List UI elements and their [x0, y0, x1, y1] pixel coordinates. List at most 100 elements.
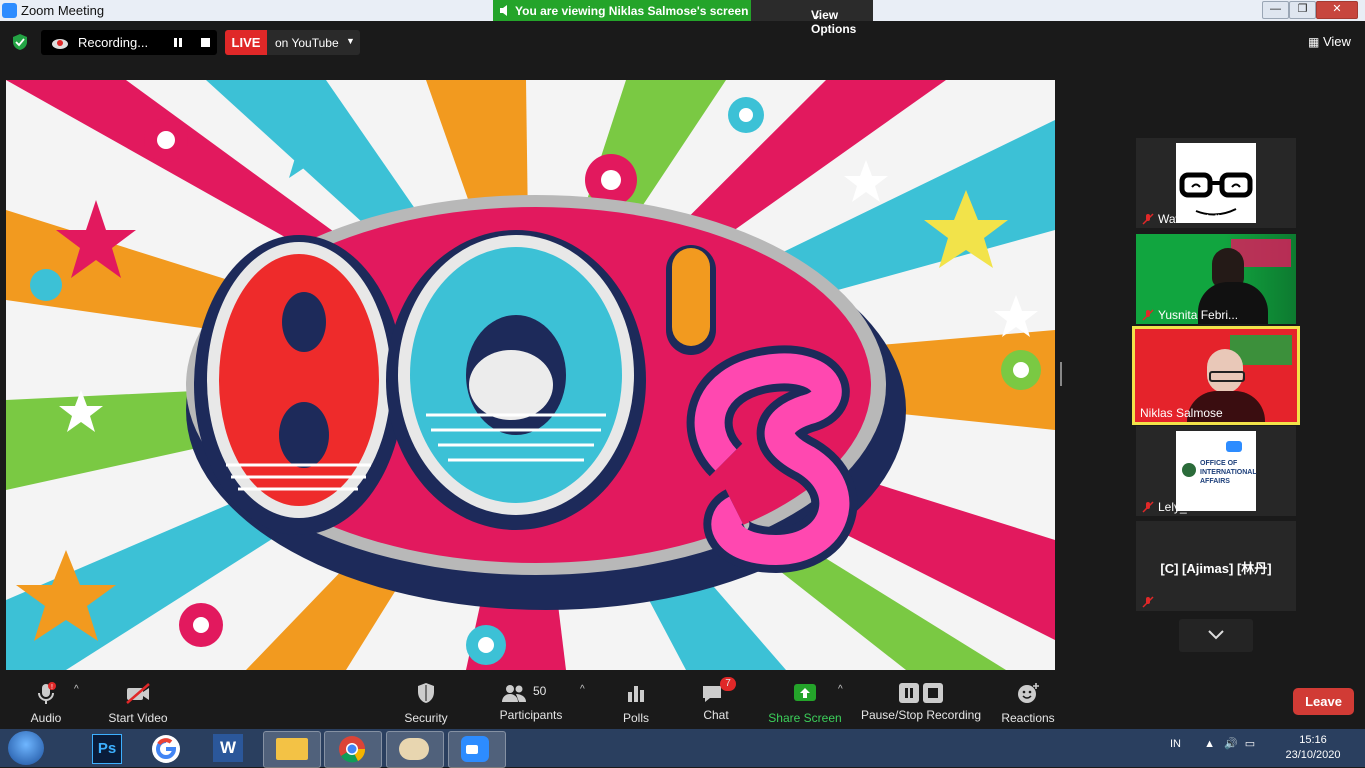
microphone-icon: ! [38, 682, 56, 704]
pause-recording-icon[interactable] [174, 38, 177, 47]
participant-tile[interactable]: OFFICE OF INTERNATIONAL AFFAIRS Lely_OIA… [1136, 426, 1296, 516]
pause-stop-recording-button[interactable]: Pause/Stop Recording [860, 682, 982, 722]
photoshop-icon: Ps [92, 734, 122, 764]
chat-icon-group: 7 [701, 677, 736, 704]
participant-tile[interactable]: Yusnita Febri... [1136, 234, 1296, 324]
taskbar-paint[interactable] [386, 731, 444, 768]
live-target-label: on YouTube [275, 36, 339, 50]
reactions-label: Reactions [1001, 711, 1055, 725]
panel-resize-handle[interactable] [1060, 362, 1062, 386]
recording-indicator: Recording... [41, 30, 217, 55]
avatar: OFFICE OF INTERNATIONAL AFFAIRS [1176, 431, 1257, 511]
start-video-button[interactable]: Start Video [100, 682, 176, 725]
polls-label: Polls [622, 711, 649, 725]
zoom-camera-icon [1226, 441, 1242, 452]
shared-screen [6, 80, 1055, 670]
chat-button[interactable]: 7 Chat [696, 677, 736, 722]
palette-icon [399, 738, 429, 760]
stop-recording-icon[interactable] [201, 38, 210, 47]
participant-tile[interactable]: Wawan Yulia... [1136, 138, 1296, 228]
start-video-label: Start Video [108, 711, 168, 725]
input-language[interactable]: IN [1170, 738, 1181, 750]
zoom-camera-icon [466, 745, 478, 754]
polls-button[interactable]: Polls [616, 682, 656, 725]
maximize-button[interactable]: ❐ [1289, 1, 1316, 19]
minimize-button[interactable]: — [1262, 1, 1289, 19]
view-button[interactable]: ▦ View [1308, 34, 1351, 49]
view-options-button[interactable]: View Options ⌄ [751, 0, 873, 36]
participants-options-caret-icon[interactable]: ^ [580, 684, 585, 695]
pause-stop-icon [899, 683, 943, 703]
share-options-caret-icon[interactable]: ^ [838, 684, 843, 695]
glasses-icon [1209, 371, 1245, 382]
participants-button[interactable]: 50 Participants [496, 682, 566, 722]
clock-date: 23/10/2020 [1285, 749, 1341, 761]
leave-button[interactable]: Leave [1293, 688, 1354, 715]
reactions-button[interactable]: Reactions [1000, 682, 1056, 725]
live-badge: LIVE [225, 30, 267, 55]
speaker-icon [500, 5, 507, 16]
start-button[interactable] [8, 731, 44, 765]
security-button[interactable]: Security [398, 682, 454, 725]
folder-icon [276, 738, 308, 760]
participants-icon-group: 50 [501, 682, 561, 704]
polls-chart-icon [628, 686, 644, 702]
share-screen-button[interactable]: Share Screen [766, 682, 844, 725]
word-icon: W [213, 734, 243, 762]
oia-logo-text: OFFICE OF INTERNATIONAL AFFAIRS [1200, 460, 1257, 485]
volume-icon[interactable]: 🔊 [1224, 738, 1238, 750]
pause-stop-recording-label: Pause/Stop Recording [860, 708, 982, 722]
grid-icon: ▦ [1308, 35, 1320, 49]
shared-screen-artwork [6, 80, 1055, 670]
window-title: Zoom Meeting [21, 3, 105, 18]
zoom-app-icon [2, 3, 17, 18]
recording-controls-icon-group [897, 682, 945, 704]
participants-count: 50 [533, 684, 547, 698]
participant-name: Niklas Salmose [1140, 406, 1223, 420]
taskbar-photoshop[interactable]: Ps [84, 731, 140, 766]
participant-tile[interactable]: [C] [Ajimas] [林丹] [1136, 521, 1296, 611]
taskbar-clock[interactable]: 15:16 23/10/2020 [1280, 733, 1346, 763]
chrome-icon [339, 736, 366, 763]
audio-options-caret-icon[interactable]: ^ [74, 684, 79, 695]
university-seal-icon [1182, 463, 1196, 477]
view-label: View [1322, 34, 1351, 49]
tray-expand-icon[interactable]: ▲ [1204, 738, 1215, 750]
network-icon[interactable]: ▭ [1245, 738, 1255, 750]
taskbar-word[interactable]: W [203, 731, 259, 766]
audio-button[interactable]: ! Audio [22, 682, 70, 725]
svg-text:!: ! [51, 684, 53, 691]
taskbar-chrome[interactable] [324, 731, 382, 768]
shield-icon[interactable] [12, 34, 28, 50]
chevron-down-icon [1208, 630, 1224, 640]
muted-mic-icon [1142, 309, 1154, 321]
participant-tile-active-speaker[interactable]: Niklas Salmose [1132, 326, 1300, 425]
security-shield-icon [418, 683, 434, 703]
chat-badge: 7 [720, 677, 736, 691]
clock-time: 15:16 [1299, 734, 1327, 746]
security-label: Security [404, 711, 448, 725]
share-screen-label: Share Screen [768, 711, 842, 725]
live-stream-menu[interactable]: LIVE on YouTube ▼ [225, 30, 360, 55]
taskbar-file-explorer[interactable] [263, 731, 321, 768]
share-screen-icon [794, 684, 816, 701]
taskbar-google[interactable] [140, 731, 196, 766]
system-tray: IN ▲ 🔊 ▭ [1170, 737, 1255, 750]
recording-label: Recording... [78, 35, 149, 50]
muted-mic-icon [1142, 213, 1154, 225]
participant-name: [C] [Ajimas] [林丹] [1160, 561, 1272, 576]
people-icon [502, 685, 526, 702]
taskbar-zoom[interactable] [448, 731, 506, 768]
muted-mic-icon [1142, 501, 1154, 513]
smiley-plus-icon [1018, 683, 1039, 703]
participant-name: Yusnita Febri... [1158, 308, 1239, 322]
viewing-banner: You are viewing Niklas Salmose's screen [493, 0, 751, 21]
participants-label: Participants [499, 708, 563, 722]
close-button[interactable]: ✕ [1316, 1, 1358, 19]
scroll-down-button[interactable] [1179, 619, 1253, 652]
zoom-icon [461, 736, 489, 762]
participant-name: Wawan Yulia... [1158, 212, 1237, 226]
chat-label: Chat [703, 708, 729, 722]
chevron-down-icon: ⌄ [811, 8, 822, 22]
audio-label: Audio [30, 711, 62, 725]
